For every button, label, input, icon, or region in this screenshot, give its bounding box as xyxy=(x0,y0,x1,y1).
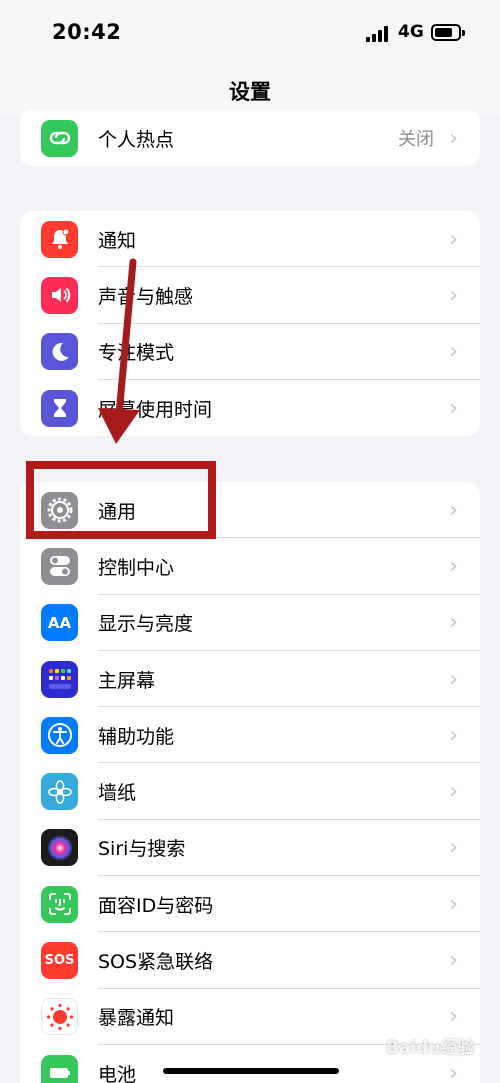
app-grid-icon xyxy=(41,660,78,698)
face-id-icon xyxy=(41,885,78,923)
settings-row-label: 声音与触感 xyxy=(98,285,194,308)
accessibility-icon xyxy=(41,716,78,754)
flower-icon xyxy=(41,773,78,811)
settings-row-label: 电池 xyxy=(98,1063,137,1083)
signal-icon xyxy=(366,26,390,42)
settings-row[interactable]: 声音与触感 › xyxy=(20,267,480,324)
chevron-right-icon: › xyxy=(449,339,458,365)
settings-row[interactable]: 个人热点 关闭 › xyxy=(20,110,480,166)
settings-row-label: 墙纸 xyxy=(98,782,137,805)
settings-row-label: 通知 xyxy=(98,229,137,252)
hourglass-icon xyxy=(41,389,78,427)
settings-row[interactable]: 通知 › xyxy=(20,211,480,268)
settings-row-label: 控制中心 xyxy=(98,556,175,579)
navigation-bar: 设置 xyxy=(0,66,500,116)
bell-icon xyxy=(41,220,78,258)
settings-row[interactable]: 面容ID与密码 › xyxy=(20,876,480,933)
settings-row-label: SOS紧急联络 xyxy=(98,951,214,974)
chevron-right-icon: › xyxy=(449,722,458,748)
settings-row-label: 辅助功能 xyxy=(98,725,175,748)
settings-row[interactable]: 辅助功能 › xyxy=(20,707,480,764)
moon-icon xyxy=(41,333,78,371)
settings-row[interactable]: 控制中心 › xyxy=(20,538,480,595)
chevron-right-icon: › xyxy=(449,395,458,421)
watermark: Baidu经验 xyxy=(386,1038,475,1058)
settings-row[interactable]: SOS SOS紧急联络 › xyxy=(20,932,480,989)
network-type: 4G xyxy=(398,22,424,42)
settings-row[interactable]: Siri与搜索 › xyxy=(20,820,480,877)
chevron-right-icon: › xyxy=(449,553,458,579)
settings-row-label: 暴露通知 xyxy=(98,1007,175,1030)
hotspot-icon xyxy=(41,119,78,157)
chevron-right-icon: › xyxy=(449,282,458,308)
settings-row[interactable]: 墙纸 › xyxy=(20,763,480,820)
chevron-right-icon: › xyxy=(449,226,458,252)
settings-row[interactable]: 屏幕使用时间 › xyxy=(20,380,480,436)
chevron-right-icon: › xyxy=(449,1004,458,1030)
chevron-right-icon: › xyxy=(449,666,458,692)
settings-row-label: 个人热点 xyxy=(98,128,175,151)
chevron-right-icon: › xyxy=(449,1060,458,1083)
sos-icon: SOS xyxy=(41,942,78,980)
settings-row-label: 面容ID与密码 xyxy=(98,894,214,917)
settings-group-general: 通用 › 控制中心 › AA 显示与亮度 › 主屏幕 › 辅助功能 › 墙纸 › Siri与搜索 › 面容ID… xyxy=(20,482,480,1083)
home-indicator[interactable] xyxy=(163,1068,339,1074)
battery-status-icon xyxy=(431,24,465,41)
speaker-icon xyxy=(41,276,78,314)
chevron-right-icon: › xyxy=(449,497,458,523)
status-bar: 20:42 4G xyxy=(0,0,500,66)
battery-icon xyxy=(41,1054,78,1083)
page-title: 设置 xyxy=(229,80,271,104)
siri-icon xyxy=(41,829,78,867)
settings-row[interactable]: 主屏幕 › xyxy=(20,651,480,708)
settings-group-notifications: 通知 › 声音与触感 › 专注模式 › 屏幕使用时间 › xyxy=(20,211,480,437)
toggles-icon xyxy=(41,547,78,585)
settings-row[interactable]: 专注模式 › xyxy=(20,324,480,380)
exposure-icon xyxy=(41,998,78,1036)
chevron-right-icon: › xyxy=(449,610,458,636)
text-size-icon: AA xyxy=(41,604,78,642)
settings-row-value: 关闭 xyxy=(398,129,434,151)
status-time: 20:42 xyxy=(52,20,122,44)
chevron-right-icon: › xyxy=(449,948,458,974)
settings-group-network: 个人热点 关闭 › xyxy=(20,110,480,167)
chevron-right-icon: › xyxy=(449,779,458,805)
settings-row-label: Siri与搜索 xyxy=(98,838,186,861)
settings-row-label: 专注模式 xyxy=(98,342,175,365)
settings-row[interactable]: AA 显示与亮度 › xyxy=(20,595,480,651)
chevron-right-icon: › xyxy=(449,891,458,917)
settings-row-label: 主屏幕 xyxy=(98,669,156,692)
chevron-right-icon: › xyxy=(449,835,458,861)
annotation-highlight-box xyxy=(26,461,216,539)
settings-row-label: 显示与亮度 xyxy=(98,613,194,636)
chevron-right-icon: › xyxy=(449,125,458,151)
settings-row-label: 屏幕使用时间 xyxy=(98,398,213,421)
